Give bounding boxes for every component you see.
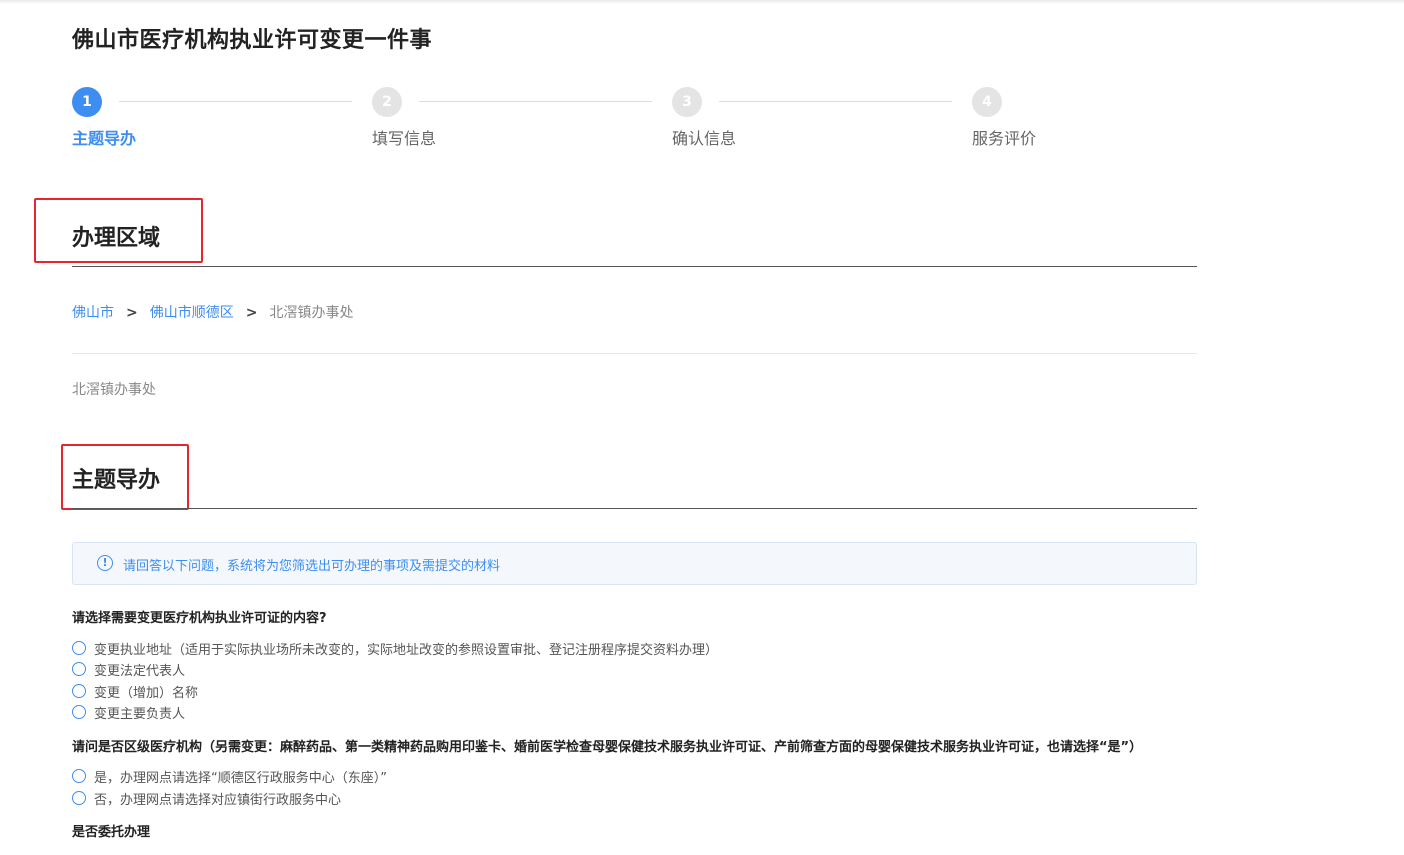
step-connector <box>119 101 352 102</box>
notice-text: 请回答以下问题，系统将为您筛选出可办理的事项及需提交的材料 <box>123 559 501 574</box>
step-label: 服务评价 <box>972 129 1037 148</box>
step-number: 1 <box>72 87 102 117</box>
breadcrumb-separator: > <box>245 305 258 321</box>
radio-label[interactable]: 变更主要负责人 <box>94 703 185 722</box>
step-label: 确认信息 <box>672 129 737 148</box>
radio-button[interactable] <box>72 769 86 783</box>
guide-divider <box>72 508 1197 509</box>
question-1: 请选择需要变更医疗机构执业许可证的内容? <box>72 611 327 626</box>
breadcrumb-separator: > <box>126 305 138 321</box>
step-number: 3 <box>672 87 702 117</box>
info-icon: ! <box>97 555 113 571</box>
page-title: 佛山市医疗机构执业许可变更一件事 <box>72 28 433 53</box>
office-option[interactable]: 北滘镇办事处 <box>72 379 156 399</box>
breadcrumb-city[interactable]: 佛山市 <box>72 305 114 321</box>
guide-section-title: 主题导办 <box>72 468 161 493</box>
radio-label[interactable]: 否，办理网点请选择对应镇街行政服务中心 <box>94 789 341 808</box>
step-label: 主题导办 <box>72 129 137 148</box>
radio-button[interactable] <box>72 705 86 719</box>
step-number: 2 <box>372 87 402 117</box>
step-connector <box>419 101 652 102</box>
region-section-title: 办理区域 <box>72 226 161 251</box>
breadcrumb: 佛山市 > 佛山市顺德区 > 北滘镇办事处 <box>72 302 353 322</box>
question-3: 是否委托办理 <box>72 825 151 840</box>
radio-label[interactable]: 变更（增加）名称 <box>94 682 198 701</box>
radio-label[interactable]: 变更执业地址（适用于实际执业场所未改变的，实际地址改变的参照设置审批、登记注册程… <box>94 639 718 658</box>
radio-button[interactable] <box>72 684 86 698</box>
question-2: 请问是否区级医疗机构（另需变更：麻醉药品、第一类精神药品购用印鉴卡、婚前医学检查… <box>72 740 1143 755</box>
breadcrumb-divider <box>72 353 1197 354</box>
radio-button[interactable] <box>72 641 86 655</box>
step-number: 4 <box>972 87 1002 117</box>
top-shadow <box>0 0 1404 4</box>
radio-button[interactable] <box>72 791 86 805</box>
breadcrumb-current: 北滘镇办事处 <box>269 305 354 321</box>
radio-label[interactable]: 是，办理网点请选择“顺德区行政服务中心（东座）” <box>94 767 387 786</box>
region-divider <box>72 266 1197 267</box>
breadcrumb-district[interactable]: 佛山市顺德区 <box>150 305 234 321</box>
step-label: 填写信息 <box>372 129 437 148</box>
radio-button[interactable] <box>72 662 86 676</box>
step-connector <box>719 101 952 102</box>
radio-label[interactable]: 变更法定代表人 <box>94 660 185 679</box>
notice-banner: ! 请回答以下问题，系统将为您筛选出可办理的事项及需提交的材料 <box>72 542 1197 585</box>
